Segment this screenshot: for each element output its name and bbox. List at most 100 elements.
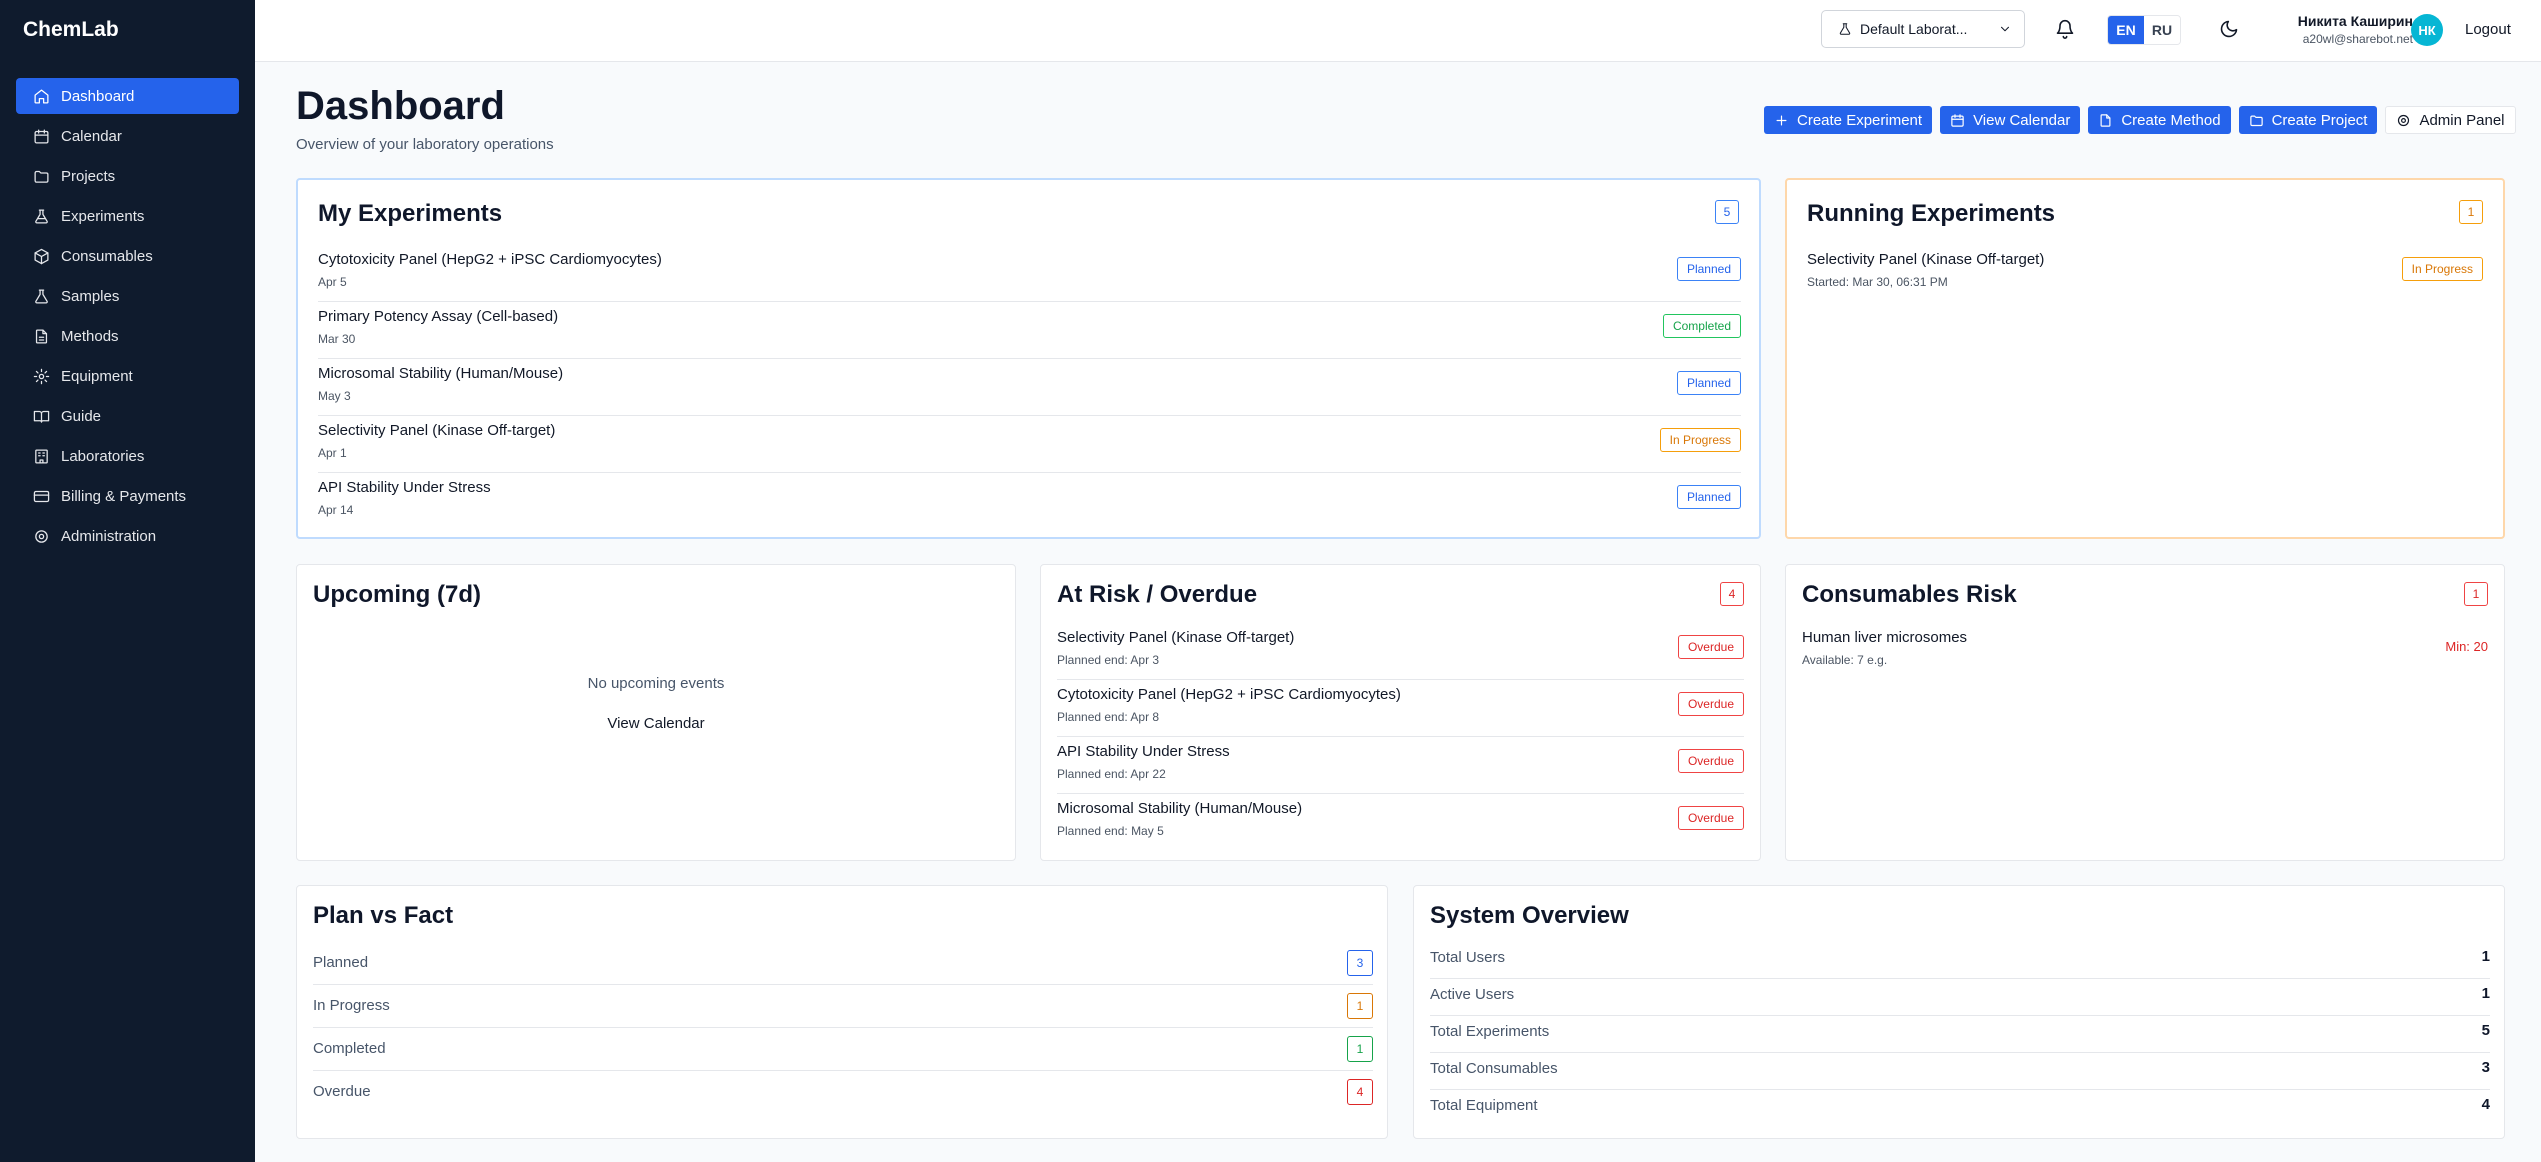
sidebar-item-label: Methods xyxy=(61,327,119,345)
consumables-risk-card: Consumables Risk 1 Human liver microsome… xyxy=(1785,564,2505,861)
create-method-button[interactable]: Create Method xyxy=(2088,106,2231,134)
gear-icon xyxy=(32,367,50,385)
sidebar-item-administration[interactable]: Administration xyxy=(16,518,239,554)
list-item[interactable]: API Stability Under Stress Apr 14 Planne… xyxy=(318,473,1741,530)
list-item[interactable]: Selectivity Panel (Kinase Off-target) Pl… xyxy=(1057,623,1744,680)
sidebar-item-label: Administration xyxy=(61,527,157,545)
sidebar-item-consumables[interactable]: Consumables xyxy=(16,238,239,274)
view-calendar-link[interactable]: View Calendar xyxy=(297,715,1015,732)
logout-button[interactable]: Logout xyxy=(2465,21,2511,38)
flask-icon xyxy=(32,207,50,225)
system-row-label: Total Experiments xyxy=(1430,1023,1550,1040)
avatar[interactable]: НК xyxy=(2411,14,2443,46)
experiment-name: Microsomal Stability (Human/Mouse) xyxy=(318,365,564,382)
flask-icon xyxy=(32,287,50,305)
system-row-total-consumables: Total Consumables 3 xyxy=(1430,1053,2490,1090)
planned-end: Planned end: Apr 3 xyxy=(1057,653,1160,667)
status-badge: Planned xyxy=(1676,371,1741,395)
dark-mode-moon-icon[interactable] xyxy=(2219,19,2239,44)
list-item[interactable]: API Stability Under Stress Planned end: … xyxy=(1057,737,1744,794)
my-experiments-card: My Experiments 5 Cytotoxicity Panel (Hep… xyxy=(296,178,1761,539)
plan-row-count: 1 xyxy=(1347,993,1373,1019)
book-icon xyxy=(32,407,50,425)
plan-row-count: 1 xyxy=(1347,1036,1373,1062)
language-switch: EN RU xyxy=(2107,15,2181,45)
admin-panel-label: Admin Panel xyxy=(2419,111,2505,129)
plan-row-completed: Completed 1 xyxy=(313,1028,1373,1071)
admin-panel-button[interactable]: Admin Panel xyxy=(2385,106,2516,134)
plan-row-planned: Planned 3 xyxy=(313,942,1373,985)
experiment-started: Started: Mar 30, 06:31 PM xyxy=(1807,275,1948,289)
system-row-total-equipment: Total Equipment 4 xyxy=(1430,1090,2490,1127)
sidebar-item-projects[interactable]: Projects xyxy=(16,158,239,194)
list-item[interactable]: Human liver microsomes Available: 7 e.g.… xyxy=(1802,623,2488,680)
at-risk-card: At Risk / Overdue 4 Selectivity Panel (K… xyxy=(1040,564,1761,861)
calendar-icon xyxy=(32,127,50,145)
experiment-name: Microsomal Stability (Human/Mouse) xyxy=(1057,800,1303,817)
laboratory-selector[interactable]: Default Laborat... xyxy=(1821,10,2025,48)
status-badge: In Progress xyxy=(2401,257,2483,281)
list-item[interactable]: Selectivity Panel (Kinase Off-target) St… xyxy=(1807,245,2483,302)
system-row-value: 5 xyxy=(2481,1022,2490,1039)
create-experiment-label: Create Experiment xyxy=(1797,111,1923,129)
sidebar-item-label: Samples xyxy=(61,287,120,305)
running-experiments-card: Running Experiments 1 Selectivity Panel … xyxy=(1785,178,2505,539)
list-item[interactable]: Primary Potency Assay (Cell-based) Mar 3… xyxy=(318,302,1741,359)
sidebar-item-billing[interactable]: Billing & Payments xyxy=(16,478,239,514)
app-brand[interactable]: ChemLab xyxy=(23,18,119,42)
create-experiment-button[interactable]: Create Experiment xyxy=(1764,106,1933,134)
system-row-label: Total Users xyxy=(1430,949,1506,966)
sidebar-item-dashboard[interactable]: Dashboard xyxy=(16,78,239,114)
list-item[interactable]: Cytotoxicity Panel (HepG2 + iPSC Cardiom… xyxy=(318,245,1741,302)
plan-row-count: 3 xyxy=(1347,950,1373,976)
home-icon xyxy=(32,87,50,105)
sidebar-item-label: Calendar xyxy=(61,127,122,145)
create-project-button[interactable]: Create Project xyxy=(2238,106,2378,134)
card-title: At Risk / Overdue xyxy=(1057,581,1258,608)
sidebar-item-laboratories[interactable]: Laboratories xyxy=(16,438,239,474)
status-badge: Overdue xyxy=(1677,806,1744,830)
list-item[interactable]: Microsomal Stability (Human/Mouse) May 3… xyxy=(318,359,1741,416)
user-name: Никита Каширин xyxy=(2297,13,2413,29)
card-title: System Overview xyxy=(1430,902,1629,929)
my-experiments-count-badge: 5 xyxy=(1715,200,1739,224)
experiment-name: Cytotoxicity Panel (HepG2 + iPSC Cardiom… xyxy=(318,251,662,268)
system-row-total-experiments: Total Experiments 5 xyxy=(1430,1016,2490,1053)
sidebar-nav: Dashboard Calendar Projects Experiments … xyxy=(16,78,239,558)
page-actions: Create Experiment View Calendar Create M… xyxy=(1764,106,2516,134)
card-title: Plan vs Fact xyxy=(313,902,454,929)
planned-end: Planned end: Apr 8 xyxy=(1057,710,1160,724)
calendar-icon xyxy=(1951,113,1964,127)
sidebar-item-label: Projects xyxy=(61,167,116,185)
status-badge: Planned xyxy=(1676,485,1741,509)
status-badge: Completed xyxy=(1662,314,1741,338)
consumable-name: Human liver microsomes xyxy=(1802,629,1968,646)
notifications-bell-icon[interactable] xyxy=(2055,19,2077,41)
sidebar-item-methods[interactable]: Methods xyxy=(16,318,239,354)
consumable-available: Available: 7 e.g. xyxy=(1802,653,1888,667)
document-icon xyxy=(2100,113,2111,127)
planned-end: Planned end: Apr 22 xyxy=(1057,767,1166,781)
list-item[interactable]: Cytotoxicity Panel (HepG2 + iPSC Cardiom… xyxy=(1057,680,1744,737)
sidebar-item-experiments[interactable]: Experiments xyxy=(16,198,239,234)
sidebar-item-equipment[interactable]: Equipment xyxy=(16,358,239,394)
experiment-date: Apr 5 xyxy=(318,275,347,289)
view-calendar-button[interactable]: View Calendar xyxy=(1940,106,2081,134)
sidebar-item-label: Laboratories xyxy=(61,447,145,465)
plan-row-in-progress: In Progress 1 xyxy=(313,985,1373,1028)
lang-en-button[interactable]: EN xyxy=(2108,16,2144,44)
plan-row-label: In Progress xyxy=(313,997,390,1014)
sidebar-item-label: Experiments xyxy=(61,207,145,225)
list-item[interactable]: Microsomal Stability (Human/Mouse) Plann… xyxy=(1057,794,1744,851)
status-badge: Overdue xyxy=(1677,692,1744,716)
sidebar-item-guide[interactable]: Guide xyxy=(16,398,239,434)
credit-card-icon xyxy=(32,487,50,505)
plan-row-label: Planned xyxy=(313,954,369,971)
list-item[interactable]: Selectivity Panel (Kinase Off-target) Ap… xyxy=(318,416,1741,473)
sidebar-item-calendar[interactable]: Calendar xyxy=(16,118,239,154)
lang-ru-button[interactable]: RU xyxy=(2144,16,2180,44)
sidebar-item-label: Dashboard xyxy=(61,87,135,105)
plan-row-label: Overdue xyxy=(313,1083,371,1100)
card-title: My Experiments xyxy=(318,200,503,227)
sidebar-item-samples[interactable]: Samples xyxy=(16,278,239,314)
